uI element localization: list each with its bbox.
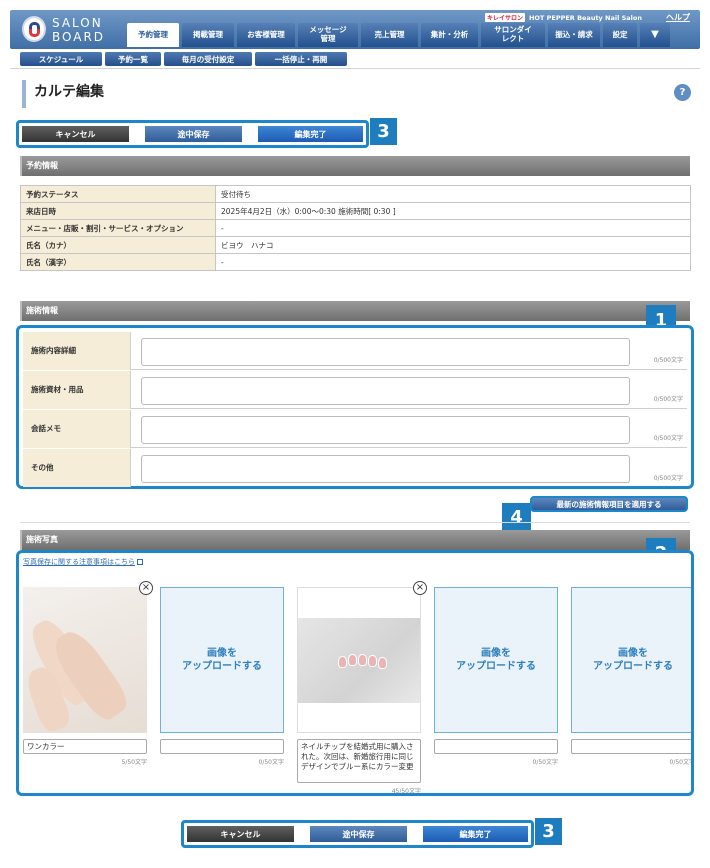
logo-text-top: SALON [52,16,103,30]
cancel-button[interactable]: キャンセル [22,126,129,142]
char-count: 0/500文字 [653,396,683,403]
treatment-row: 施術資材・用品 0/500文字 [23,371,687,409]
photo-caption-input[interactable] [571,739,691,754]
nav-tab-salon-direct[interactable]: サロンダイレクト [481,23,545,47]
remove-photo-close-icon[interactable]: × [413,581,427,595]
table-row: メニュー・店販・割引・サービス・オプション - [20,219,691,237]
upload-image-button[interactable]: 画像を アップロードする [571,587,691,733]
complete-edit-button[interactable]: 編集完了 [423,826,529,842]
upload-image-button[interactable]: 画像を アップロードする [160,587,284,733]
bottom-action-bar: キャンセル 途中保存 編集完了 [181,820,534,848]
top-action-bar: キャンセル 途中保存 編集完了 [16,120,369,148]
photo-caption-input[interactable]: ワンカラー [23,739,147,754]
help-link[interactable]: ヘルプ [666,12,690,23]
divider [20,522,690,523]
remove-photo-close-icon[interactable]: × [139,581,153,595]
photo-notes-link-text: 写真保存に関する注意事項はこちら [23,558,135,566]
table-row: 氏名（漢字） - [20,253,691,271]
photos-box: 写真保存に関する注意事項はこちら × ワンカラー 5/50文字 画像を アップロ… [16,550,694,796]
nav-tab-analytics[interactable]: 集計・分析 [421,23,478,47]
page-title: カルテ編集 [22,80,104,108]
section-header-reservation: 予約情報 [20,156,690,176]
hands-photo [23,587,147,733]
char-count: 0/50文字 [669,759,694,766]
treatment-label: 会話メモ [23,410,131,448]
treatment-row: 会話メモ 0/500文字 [23,410,687,448]
treatment-info-box: 施術内容詳細 0/500文字 施術資材・用品 0/500文字 会話メモ 0/50… [16,325,694,489]
row-label: 予約ステータス [20,185,216,203]
treatment-label: その他 [23,449,131,487]
conversation-memo-input[interactable] [141,416,630,444]
save-draft-button[interactable]: 途中保存 [309,826,408,842]
row-value: - [215,253,691,271]
row-label: メニュー・店販・割引・サービス・オプション [20,219,216,237]
table-row: 予約ステータス 受付待ち [20,185,691,203]
photo-notes-link[interactable]: 写真保存に関する注意事項はこちら [23,557,143,567]
main-nav: 予約管理 掲載管理 お客様管理 メッセージ管理 売上管理 集計・分析 サロンダイ… [127,23,670,47]
char-count: 5/50文字 [121,759,147,766]
callout-badge-4: 4 [502,503,531,532]
save-draft-button[interactable]: 途中保存 [144,126,243,142]
app-header: SALON BOARD キレイサロン HOT PEPPER Beauty Nai… [10,10,700,49]
callout-badge-3: 3 [535,818,562,845]
char-count: 0/500文字 [653,357,683,364]
row-value: 受付待ち [215,185,691,203]
brand-name: HOT PEPPER Beauty Nail Salon [528,13,642,22]
row-value: ビヨウ ハナコ [215,236,691,254]
char-count: 0/50文字 [258,759,284,766]
nav-tab-listing[interactable]: 掲載管理 [182,23,234,47]
row-value: - [215,219,691,237]
complete-edit-button[interactable]: 編集完了 [258,126,364,142]
subnav-schedule[interactable]: スケジュール [20,52,102,66]
callout-badge-3: 3 [370,118,397,145]
photo-caption-input[interactable]: ネイルチップを結婚式用に購入された。次回は、新婚旅行用に同じデザインでブルー系に… [297,739,421,783]
char-count: 0/50文字 [532,759,558,766]
apply-latest-items-button[interactable]: 最新の施術情報項目を適用する [530,496,688,512]
logo-text-bottom: BOARD [52,30,106,44]
row-label: 氏名（漢字） [20,253,216,271]
section-header-treatment: 施術情報 [20,301,690,321]
reservation-table: 予約ステータス 受付待ち 来店日時 2025年4月2日（水）0:00〜0:30 施術… [20,185,691,271]
cancel-button[interactable]: キャンセル [187,826,294,842]
divider [10,68,700,69]
upload-image-button[interactable]: 画像を アップロードする [434,587,558,733]
logo-mark-icon [22,16,46,42]
salon-board-logo[interactable]: SALON BOARD [22,15,132,45]
nav-tab-settings[interactable]: 設定 [603,23,637,47]
treatment-detail-input[interactable] [141,338,630,366]
nav-tab-billing[interactable]: 振込・請求 [548,23,600,47]
brand-area: キレイサロン HOT PEPPER Beauty Nail Salon ヘルプ [484,12,690,23]
char-count: 45/50文字 [391,788,421,795]
subnav-reservation-list[interactable]: 予約一覧 [105,52,161,66]
nav-tab-customers[interactable]: お客様管理 [237,23,295,47]
sub-nav: スケジュール 予約一覧 毎月の受付設定 一括停止・再開 [20,52,347,66]
section-header-photos: 施術写真 [20,530,690,550]
treatment-row: その他 0/500文字 [23,449,687,487]
photo-caption-input[interactable] [160,739,284,754]
nail-tips-photo [297,587,421,733]
help-icon[interactable]: ? [674,84,691,101]
table-row: 氏名（カナ） ビヨウ ハナコ [20,236,691,254]
brand-badge: キレイサロン [484,13,525,22]
nav-tab-messages[interactable]: メッセージ管理 [298,23,358,47]
nav-tab-sales[interactable]: 売上管理 [361,23,418,47]
nav-more-chevron-down-icon[interactable]: ▼ [640,23,670,47]
char-count: 0/500文字 [653,435,683,442]
table-row: 来店日時 2025年4月2日（水）0:00〜0:30 施術時間[ 0:30 ] [20,202,691,220]
row-label: 来店日時 [20,202,216,220]
photo-caption-input[interactable] [434,739,558,754]
treatment-label: 施術内容詳細 [23,332,131,370]
materials-input[interactable] [141,377,630,405]
row-value: 2025年4月2日（水）0:00〜0:30 施術時間[ 0:30 ] [215,202,691,220]
subnav-bulk-stop[interactable]: 一括停止・再開 [255,52,347,66]
treatment-label: 施術資材・用品 [23,371,131,409]
row-label: 氏名（カナ） [20,236,216,254]
nav-tab-reservation[interactable]: 予約管理 [127,23,179,47]
external-link-icon [137,559,143,565]
subnav-monthly-settings[interactable]: 毎月の受付設定 [164,52,252,66]
other-notes-input[interactable] [141,455,630,483]
char-count: 0/500文字 [653,475,683,482]
treatment-row: 施術内容詳細 0/500文字 [23,332,687,370]
